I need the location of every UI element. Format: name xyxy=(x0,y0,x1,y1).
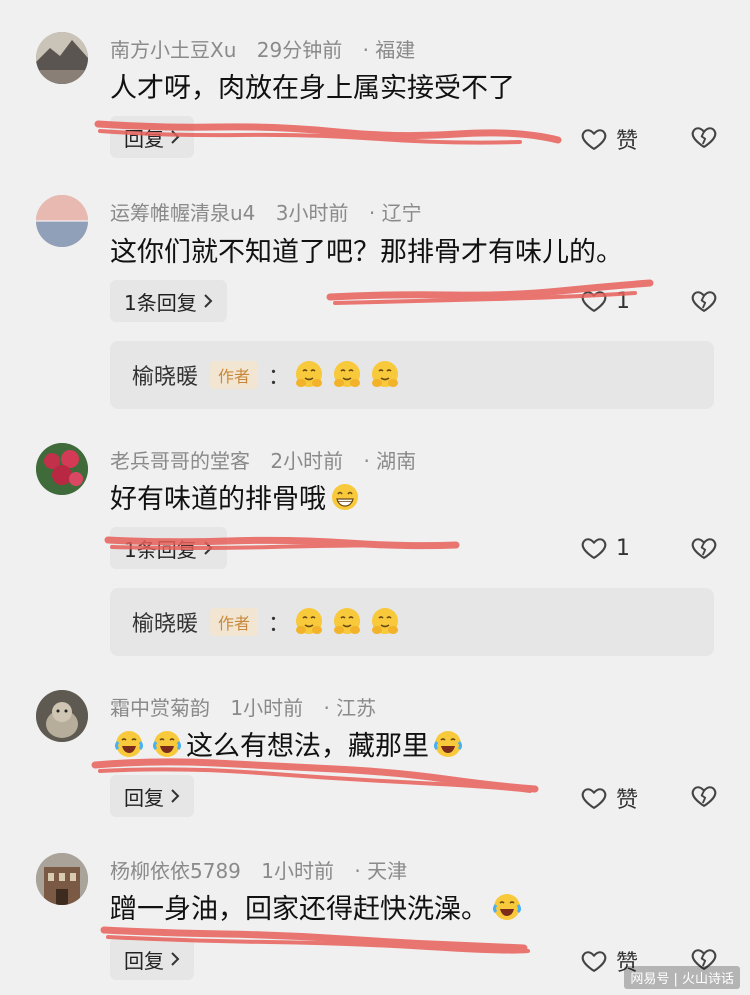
timestamp: 1小时前 xyxy=(261,859,334,883)
username[interactable]: 运筹帷幄清泉u4 xyxy=(110,201,255,225)
username[interactable]: 霜中赏菊韵 xyxy=(110,696,210,720)
broken-heart-icon[interactable] xyxy=(690,123,718,151)
like-count: 1 xyxy=(616,535,630,561)
hug-emoji-icon xyxy=(331,359,363,391)
reply-label: 1条回复 xyxy=(124,537,197,562)
hug-emoji-icon xyxy=(293,606,325,638)
comment-text: 蹭一身油，回家还得赶快洗澡。 xyxy=(110,887,526,926)
broken-heart-icon[interactable] xyxy=(690,782,718,810)
laugh-cry-emoji-icon xyxy=(432,728,464,760)
reply-label: 回复 xyxy=(124,785,164,810)
reply-button[interactable]: 回复 xyxy=(110,116,194,158)
comment-text-content: 这么有想法，藏那里 xyxy=(186,731,429,762)
reply-label: 回复 xyxy=(124,948,164,973)
heart-icon xyxy=(580,125,608,153)
sub-reply-colon: ： xyxy=(268,365,291,390)
comment-text-content: 这你们就不知道了吧？那排骨才有味儿的。 xyxy=(110,237,623,268)
laugh-cry-emoji-icon xyxy=(113,728,145,760)
like-button[interactable]: 1 xyxy=(580,287,630,315)
watermark: 网易号 | 火山诗话 xyxy=(624,966,740,989)
reply-button[interactable]: 1条回复 xyxy=(110,280,227,322)
comment-meta: 老兵哥哥的堂客 2小时前 · 湖南 xyxy=(110,445,416,474)
location: · 辽宁 xyxy=(368,201,422,225)
sub-reply-author[interactable]: 榆晓暖 xyxy=(132,606,198,638)
location: · 天津 xyxy=(354,859,408,883)
comment-text: 这你们就不知道了吧？那排骨才有味儿的。 xyxy=(110,230,623,269)
timestamp: 29分钟前 xyxy=(256,38,343,62)
author-badge: 作者 xyxy=(210,608,259,636)
heart-icon xyxy=(580,947,608,975)
broken-heart-icon[interactable] xyxy=(690,534,718,562)
reply-label: 回复 xyxy=(124,126,164,151)
hug-emoji-icon xyxy=(331,606,363,638)
like-count: 1 xyxy=(616,288,630,314)
timestamp: 1小时前 xyxy=(230,696,304,720)
reply-button[interactable]: 1条回复 xyxy=(110,527,227,569)
chevron-right-icon xyxy=(203,540,213,556)
username[interactable]: 南方小土豆Xu xyxy=(110,38,236,62)
heart-icon xyxy=(580,287,608,315)
reply-button[interactable]: 回复 xyxy=(110,938,194,980)
laugh-cry-emoji-icon xyxy=(491,891,523,923)
chevron-right-icon xyxy=(170,788,180,804)
chevron-right-icon xyxy=(170,951,180,967)
timestamp: 2小时前 xyxy=(270,449,344,473)
like-label: 赞 xyxy=(616,129,639,154)
author-badge: 作者 xyxy=(210,361,259,389)
comment-text-content: 蹭一身油，回家还得赶快洗澡。 xyxy=(110,894,488,925)
broken-heart-icon[interactable] xyxy=(690,287,718,315)
heart-icon xyxy=(580,534,608,562)
avatar[interactable] xyxy=(36,443,88,495)
comment-text: 好有味道的排骨哦 xyxy=(110,477,364,516)
sub-reply-colon: ： xyxy=(268,612,291,637)
like-button[interactable]: 赞 xyxy=(580,782,638,814)
username[interactable]: 老兵哥哥的堂客 xyxy=(110,449,250,473)
sub-reply[interactable]: 榆晓暖 作者 ： xyxy=(110,588,714,656)
avatar[interactable] xyxy=(36,853,88,905)
avatar[interactable] xyxy=(36,195,88,247)
comment-text: 人才呀，肉放在身上属实接受不了 xyxy=(110,66,515,105)
comment-text-content: 好有味道的排骨哦 xyxy=(110,484,326,515)
laugh-cry-emoji-icon xyxy=(151,728,183,760)
location: · 江苏 xyxy=(323,696,377,720)
hug-emoji-icon xyxy=(369,606,401,638)
comment-meta: 南方小土豆Xu 29分钟前 · 福建 xyxy=(110,34,415,63)
timestamp: 3小时前 xyxy=(275,201,349,225)
comment-meta: 霜中赏菊韵 1小时前 · 江苏 xyxy=(110,692,376,721)
sub-reply-author[interactable]: 榆晓暖 xyxy=(132,359,198,391)
avatar[interactable] xyxy=(36,32,88,84)
sub-reply[interactable]: 榆晓暖 作者 ： xyxy=(110,341,714,409)
comment-text-content: 人才呀，肉放在身上属实接受不了 xyxy=(110,73,515,104)
grin-emoji-icon xyxy=(329,481,361,513)
like-button[interactable]: 1 xyxy=(580,534,630,562)
hug-emoji-icon xyxy=(293,359,325,391)
reply-button[interactable]: 回复 xyxy=(110,775,194,817)
comment-meta: 运筹帷幄清泉u4 3小时前 · 辽宁 xyxy=(110,197,422,226)
location: · 福建 xyxy=(362,38,416,62)
avatar[interactable] xyxy=(36,690,88,742)
reply-label: 1条回复 xyxy=(124,290,197,315)
chevron-right-icon xyxy=(203,293,213,309)
comment-text: 这么有想法，藏那里 xyxy=(110,724,467,763)
heart-icon xyxy=(580,784,608,812)
chevron-right-icon xyxy=(170,129,180,145)
like-label: 赞 xyxy=(616,788,639,813)
comment-meta: 杨柳依依5789 1小时前 · 天津 xyxy=(110,855,407,884)
like-button[interactable]: 赞 xyxy=(580,123,638,155)
username[interactable]: 杨柳依依5789 xyxy=(110,859,241,883)
location: · 湖南 xyxy=(363,449,417,473)
hug-emoji-icon xyxy=(369,359,401,391)
